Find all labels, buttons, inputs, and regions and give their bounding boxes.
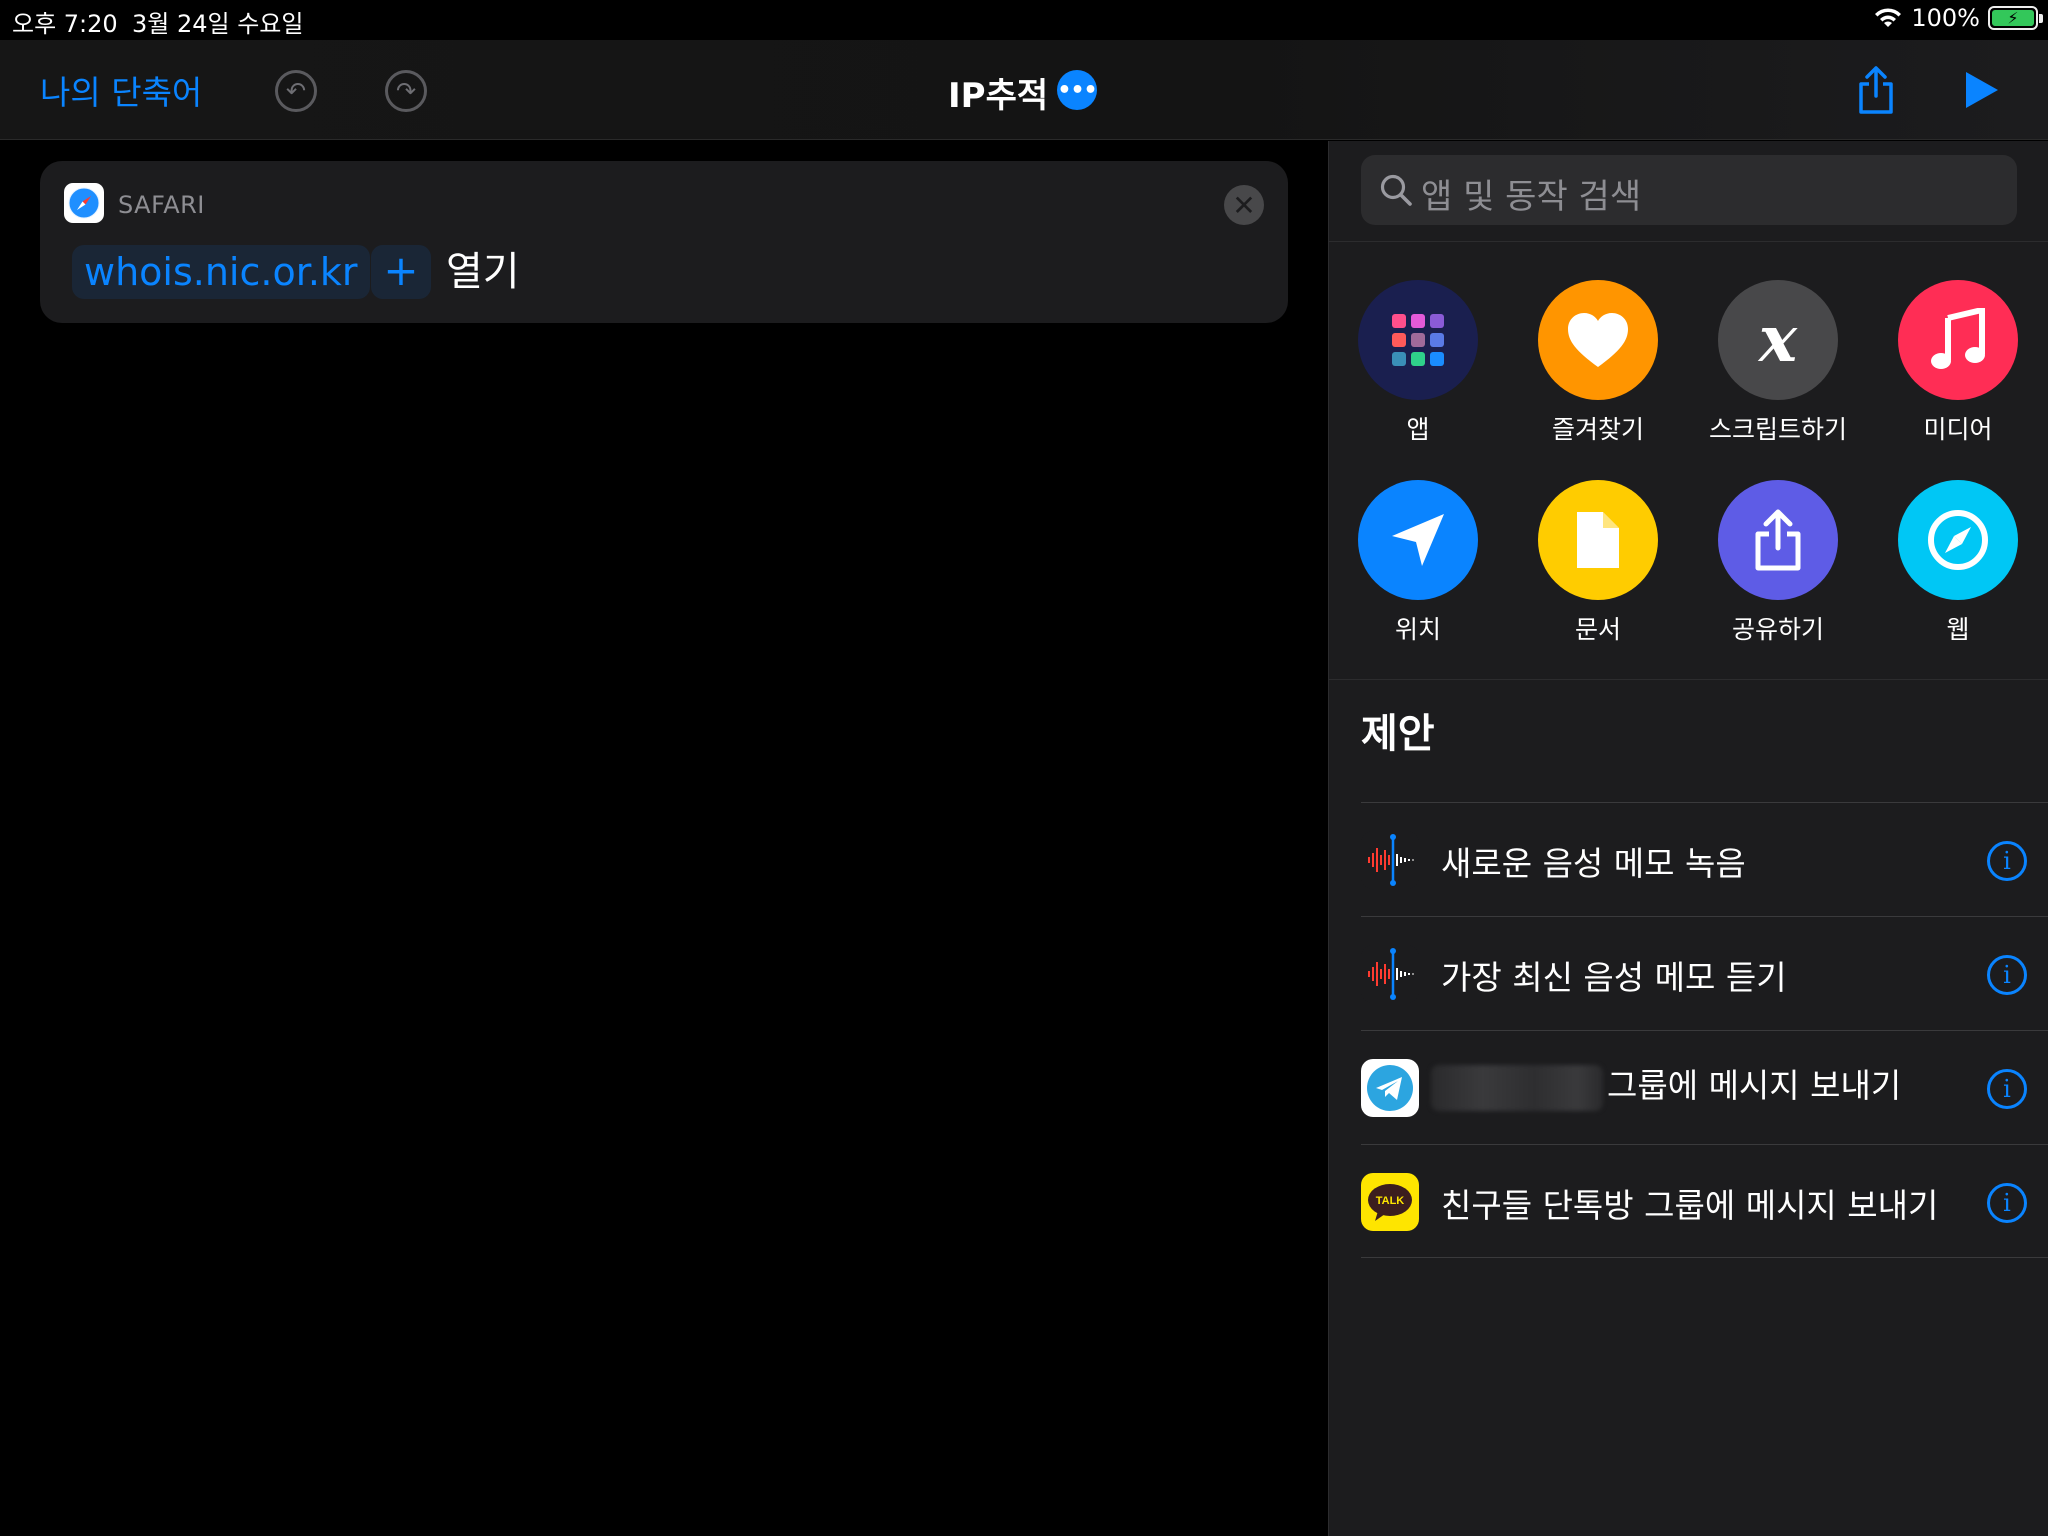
category-label: 위치 (1394, 615, 1441, 644)
status-right: 100% ⚡ (1873, 4, 2043, 32)
redo-button[interactable]: ↷ (385, 70, 427, 112)
ellipsis-icon: ••• (1057, 77, 1097, 103)
info-icon: i (2003, 847, 2011, 875)
app-grid-icon (1358, 280, 1478, 400)
remove-action-button[interactable]: ✕ (1224, 185, 1264, 225)
music-note-icon (1898, 280, 2018, 400)
close-icon: ✕ (1232, 188, 1256, 222)
undo-button[interactable]: ↶ (275, 70, 317, 112)
divider (1329, 679, 2048, 680)
info-button[interactable]: i (1987, 1069, 2027, 1109)
category-label: 공유하기 (1731, 615, 1824, 644)
telegram-icon (1361, 1059, 1419, 1117)
category-label: 문서 (1574, 615, 1621, 644)
info-icon: i (2003, 1075, 2011, 1103)
action-search-field[interactable]: 앱 및 동작 검색 (1361, 155, 2017, 225)
status-time: 오후 7:20 (12, 10, 118, 38)
suggestion-label: 가장 최신 음성 메모 듣기 (1441, 958, 1787, 997)
info-button[interactable]: i (1987, 955, 2027, 995)
category-label: 스크립트하기 (1708, 415, 1847, 444)
navigation-bar: 나의 단축어 ↶ ↷ IP추적 ••• (0, 40, 2048, 140)
suggestions-title: 제안 (1361, 711, 1435, 757)
back-button[interactable]: 나의 단축어 (40, 66, 202, 114)
svg-text:TALK: TALK (1376, 1195, 1405, 1207)
heart-icon (1538, 280, 1658, 400)
status-bar: 오후 7:20 3월 24일 수요일 100% ⚡ (0, 0, 2048, 40)
info-icon: i (2003, 961, 2011, 989)
category-favorites[interactable]: 즐겨찾기 (1518, 280, 1678, 446)
document-icon (1538, 480, 1658, 600)
category-label: 앱 (1406, 415, 1430, 444)
category-label: 웹 (1946, 615, 1970, 644)
url-token[interactable]: whois.nic.or.kr (72, 245, 370, 299)
kakaotalk-icon: TALK (1361, 1173, 1419, 1231)
category-location[interactable]: 위치 (1338, 480, 1498, 646)
search-placeholder: 앱 및 동작 검색 (1421, 177, 1642, 217)
category-label: 미디어 (1923, 415, 1993, 444)
voice-memo-icon (1361, 831, 1419, 889)
suggestion-item[interactable]: 가장 최신 음성 메모 듣기 i (1361, 916, 2048, 1030)
action-verb: 열기 (446, 249, 520, 295)
category-label: 즐겨찾기 (1551, 415, 1644, 444)
share-icon (1718, 480, 1838, 600)
search-icon (1380, 174, 1412, 206)
battery-icon: ⚡ (1988, 6, 2043, 30)
compass-icon (1898, 480, 2018, 600)
safari-app-icon (64, 183, 104, 223)
location-arrow-icon (1358, 480, 1478, 600)
category-apps[interactable]: 앱 (1338, 280, 1498, 446)
shortcut-title[interactable]: IP추적 (948, 68, 1048, 117)
actions-panel: 앱 및 동작 검색 앱 즐겨찾기 x 스크립트하기 미디어 위치 문서 공유하기… (1328, 141, 2048, 1536)
category-sharing[interactable]: 공유하기 (1698, 480, 1858, 646)
category-media[interactable]: 미디어 (1878, 280, 2038, 446)
suggestion-label: 친구들 단톡방 그룹에 메시지 보내기 (1441, 1186, 1939, 1225)
open-url-action[interactable]: SAFARI ✕ whois.nic.or.kr + 열기 (40, 161, 1288, 323)
category-web[interactable]: 웹 (1878, 480, 2038, 646)
suggestion-item[interactable]: 그룹에 메시지 보내기 i (1361, 1030, 2048, 1144)
status-date: 3월 24일 수요일 (132, 10, 304, 38)
info-button[interactable]: i (1987, 1183, 2027, 1223)
battery-percent: 100% (1911, 4, 1980, 32)
script-icon: x (1718, 280, 1838, 400)
redo-icon: ↷ (395, 77, 417, 105)
add-variable-button[interactable]: + (371, 245, 431, 299)
suggestion-item[interactable]: TALK 친구들 단톡방 그룹에 메시지 보내기 i (1361, 1144, 2048, 1258)
run-button[interactable] (1964, 70, 2000, 110)
suggestion-text: 그룹에 메시지 보내기 (1607, 1066, 1902, 1105)
divider (1329, 241, 2048, 242)
share-button[interactable] (1856, 64, 1896, 116)
more-options-button[interactable]: ••• (1057, 70, 1098, 110)
wifi-icon (1875, 8, 1902, 27)
editor-area: SAFARI ✕ whois.nic.or.kr + 열기 (0, 141, 1328, 1536)
redacted-group-name (1431, 1064, 1603, 1111)
category-scripting[interactable]: x 스크립트하기 (1698, 280, 1858, 446)
category-documents[interactable]: 문서 (1518, 480, 1678, 646)
suggestion-label: 새로운 음성 메모 녹음 (1441, 844, 1746, 883)
action-app-label: SAFARI (118, 191, 205, 219)
info-icon: i (2003, 1189, 2011, 1217)
undo-icon: ↶ (285, 77, 307, 105)
info-button[interactable]: i (1987, 841, 2027, 881)
voice-memo-icon (1361, 945, 1419, 1003)
suggestion-item[interactable]: 새로운 음성 메모 녹음 i (1361, 802, 2048, 916)
suggestion-label: 그룹에 메시지 보내기 (1431, 1059, 1901, 1111)
